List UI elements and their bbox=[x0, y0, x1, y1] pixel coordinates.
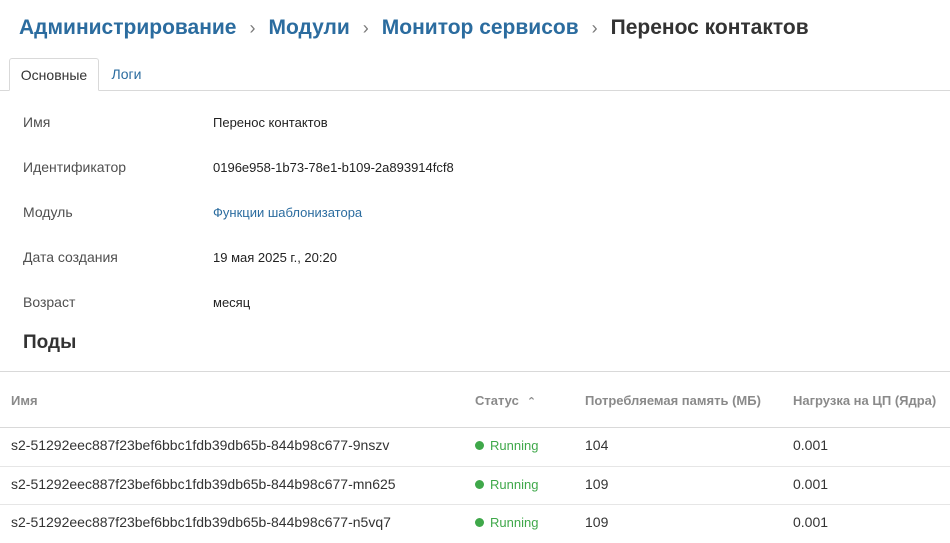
property-value: месяц bbox=[213, 295, 251, 310]
property-label: Возраст bbox=[23, 294, 76, 310]
status-text: Running bbox=[490, 438, 539, 453]
property-row-name: Имя Перенос контактов bbox=[23, 102, 923, 147]
chevron-up-icon[interactable]: ⌃ bbox=[527, 395, 536, 408]
pod-memory: 109 bbox=[585, 475, 609, 492]
pods-table: Имя Статус ⌃ Потребляемая память (МБ) Наг… bbox=[0, 371, 950, 543]
property-row-created: Дата создания 19 мая 2025 г., 20:20 bbox=[23, 237, 923, 282]
column-header-status-label: Статус bbox=[475, 393, 519, 408]
column-header-name[interactable]: Имя bbox=[11, 393, 38, 408]
pod-cpu: 0.001 bbox=[793, 475, 829, 492]
property-label: Имя bbox=[23, 114, 51, 130]
module-link[interactable]: Функции шаблонизатора bbox=[213, 205, 362, 220]
pod-status: Running bbox=[475, 438, 538, 453]
chevron-right-icon: › bbox=[362, 18, 369, 38]
property-value: Перенос контактов bbox=[213, 115, 328, 130]
tab-bar: Основные Логи bbox=[0, 58, 950, 91]
property-label: Модуль bbox=[23, 204, 73, 220]
property-value: 0196e958-1b73-78e1-b109-2a893914fcf8 bbox=[213, 160, 454, 175]
column-header-memory[interactable]: Потребляемая память (МБ) bbox=[585, 393, 761, 408]
status-text: Running bbox=[490, 515, 539, 530]
table-row[interactable]: s2-51292eec887f23bef6bbc1fdb39db65b-844b… bbox=[0, 505, 950, 543]
status-dot-icon bbox=[475, 518, 484, 527]
pod-name: s2-51292eec887f23bef6bbc1fdb39db65b-844b… bbox=[11, 475, 396, 492]
property-label: Дата создания bbox=[23, 249, 118, 265]
property-label: Идентификатор bbox=[23, 159, 127, 175]
status-text: Running bbox=[490, 476, 539, 492]
column-header-cpu[interactable]: Нагрузка на ЦП (Ядра) bbox=[793, 393, 936, 408]
tab-logs[interactable]: Логи bbox=[104, 58, 149, 91]
table-row[interactable]: s2-51292eec887f23bef6bbc1fdb39db65b-844b… bbox=[0, 428, 950, 467]
pod-name: s2-51292eec887f23bef6bbc1fdb39db65b-844b… bbox=[11, 437, 390, 453]
pod-name: s2-51292eec887f23bef6bbc1fdb39db65b-844b… bbox=[11, 514, 391, 530]
page-title: Перенос контактов bbox=[610, 16, 809, 39]
pod-memory: 109 bbox=[585, 514, 609, 530]
property-row-module: Модуль Функции шаблонизатора bbox=[23, 192, 923, 237]
pods-section-title: Поды bbox=[23, 332, 77, 353]
breadcrumb-modules[interactable]: Модули bbox=[268, 13, 349, 43]
pod-status: Running bbox=[475, 515, 538, 530]
pod-memory: 104 bbox=[585, 437, 609, 453]
tab-main[interactable]: Основные bbox=[9, 58, 99, 91]
properties-list: Имя Перенос контактов Идентификатор 0196… bbox=[23, 102, 923, 327]
pod-status: Running bbox=[475, 477, 538, 492]
breadcrumb-administration[interactable]: Администрирование bbox=[19, 13, 236, 43]
breadcrumb-service-monitor[interactable]: Монитор сервисов bbox=[382, 13, 579, 43]
property-value: 19 мая 2025 г., 20:20 bbox=[213, 250, 337, 265]
column-header-status[interactable]: Статус ⌃ bbox=[475, 393, 536, 408]
table-row[interactable]: s2-51292eec887f23bef6bbc1fdb39db65b-844b… bbox=[0, 467, 950, 505]
pod-cpu: 0.001 bbox=[793, 437, 829, 453]
property-row-identifier: Идентификатор 0196e958-1b73-78e1-b109-2a… bbox=[23, 147, 923, 192]
chevron-right-icon: › bbox=[249, 18, 256, 38]
breadcrumb: Администрирование › Модули › Монитор сер… bbox=[19, 13, 809, 43]
pod-cpu: 0.001 bbox=[793, 514, 829, 530]
chevron-right-icon: › bbox=[591, 18, 598, 38]
status-dot-icon bbox=[475, 479, 484, 489]
property-row-age: Возраст месяц bbox=[23, 282, 923, 327]
status-dot-icon bbox=[475, 441, 484, 450]
table-header: Имя Статус ⌃ Потребляемая память (МБ) Наг… bbox=[0, 372, 950, 428]
